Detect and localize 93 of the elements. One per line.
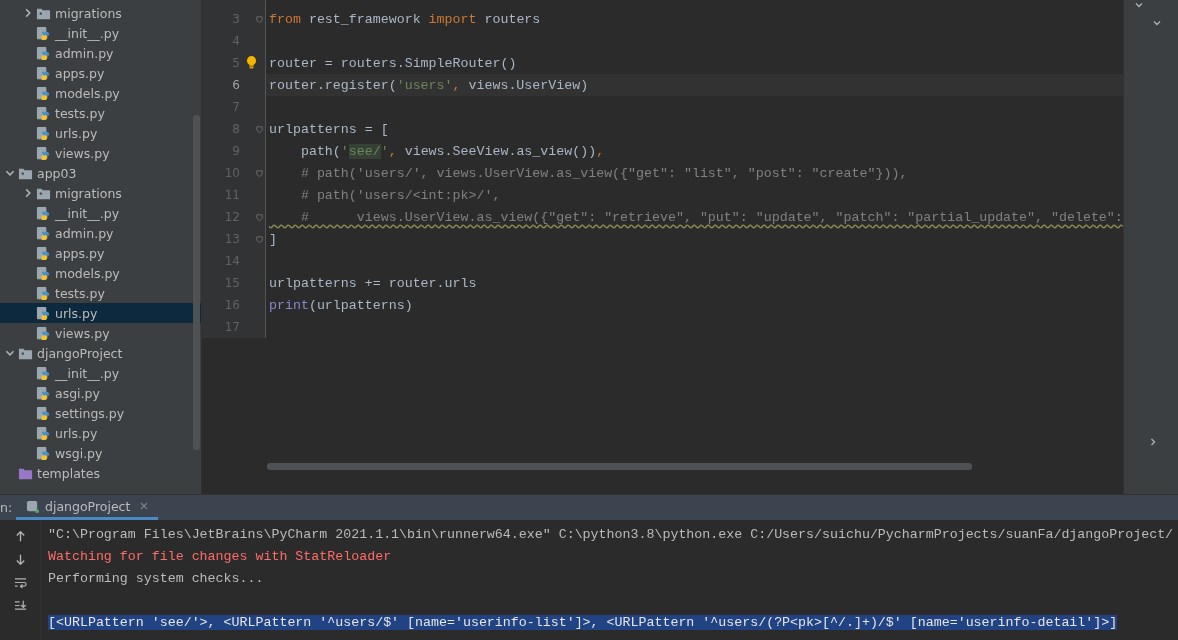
python-file-icon (36, 65, 51, 81)
tree-item[interactable]: wsgi.py (0, 443, 201, 463)
run-label: n: (0, 499, 14, 517)
tree-item[interactable]: asgi.py (0, 383, 201, 403)
code-line: # views.UserView.as_view({"get": "retrieve", "put": "update", "patch": "partial_update", "delete": (299, 209, 1123, 225)
python-file-icon (36, 245, 51, 261)
tree-item-label: views.py (55, 145, 110, 161)
python-file-icon (36, 25, 51, 41)
tree-item-label: wsgi.py (55, 445, 103, 461)
tree-item[interactable]: admin.py (0, 223, 201, 243)
python-file-icon (36, 305, 51, 321)
tree-item-label: admin.py (55, 225, 114, 241)
tree-item-label: views.py (55, 325, 110, 341)
tree-item-label: migrations (55, 5, 122, 21)
chevron-icon[interactable] (1151, 18, 1162, 28)
tree-item-label: urls.py (55, 425, 98, 441)
python-file-icon (36, 225, 51, 241)
tree-item-label: settings.py (55, 405, 125, 421)
tree-item[interactable]: templates (0, 463, 201, 483)
code-line: urlpatterns = [ (269, 121, 389, 137)
tree-item-label: djangoProject (37, 345, 123, 361)
tree-item-label: apps.py (55, 65, 105, 81)
python-file-icon (36, 405, 51, 421)
python-file-icon (36, 125, 51, 141)
tree-item-label: asgi.py (55, 385, 100, 401)
code-line: urlpatterns += router.urls (269, 275, 477, 291)
tree-item[interactable]: admin.py (0, 43, 201, 63)
python-file-icon (36, 145, 51, 161)
tree-item[interactable]: migrations (0, 3, 201, 23)
code-line: router = routers.SimpleRouter() (269, 55, 517, 71)
soft-wrap-icon[interactable] (13, 576, 27, 589)
python-file-icon (36, 85, 51, 101)
tree-item-label: __init__.py (55, 365, 120, 381)
scrollbar[interactable] (193, 115, 200, 450)
tree-item[interactable]: urls.py (0, 123, 201, 143)
console-line: "C:\Program Files\JetBrains\PyCharm 2021.1.1\bin\runnerw64.exe" C:\python3.8\python.exe C:/Users/suichu/PycharmProjects/suanFa/djangoProject/ (48, 526, 1174, 542)
code-line: path('see/', views.SeeView.as_view()), (299, 143, 605, 159)
tree-item-label: tests.py (55, 105, 105, 121)
tree-item-label: __init__.py (55, 205, 120, 221)
tree-item[interactable]: views.py (0, 323, 201, 343)
run-tab[interactable]: djangoProject (16, 495, 159, 520)
tree-item-label: models.py (55, 265, 120, 281)
django-icon (26, 499, 39, 513)
code-line: print(urlpatterns) (269, 297, 413, 313)
tree-item[interactable]: views.py (0, 143, 201, 163)
code-line: # path('users/<int:pk>/', (299, 187, 501, 203)
tree-item-label: urls.py (55, 125, 98, 141)
python-file-icon (36, 265, 51, 281)
code-line: router.register('users', views.UserView) (269, 77, 589, 93)
tree-item[interactable]: models.py (0, 83, 201, 103)
chevron-icon[interactable] (1133, 0, 1144, 10)
tree-item[interactable]: models.py (0, 263, 201, 283)
python-file-icon (36, 205, 51, 221)
line-number: 6 (231, 78, 240, 92)
tree-item[interactable]: apps.py (0, 63, 201, 83)
scroll-to-end-icon[interactable] (13, 599, 27, 612)
python-file-icon (36, 285, 51, 301)
lightbulb-icon[interactable] (246, 56, 257, 69)
tree-item-label: models.py (55, 85, 120, 101)
tree-item[interactable]: migrations (0, 183, 201, 203)
scrollbar[interactable] (267, 463, 972, 470)
tree-item[interactable]: tests.py (0, 103, 201, 123)
tree-item[interactable]: apps.py (0, 243, 201, 263)
tree-item-label: admin.py (55, 45, 114, 61)
console-line: Watching for file changes with StatReloader (48, 548, 392, 564)
tree-item[interactable]: __init__.py (0, 23, 201, 43)
code-line: # path('users/', views.UserView.as_view({"get": "list", "post": "create"})), (299, 165, 908, 181)
tree-item-label: migrations (55, 185, 122, 201)
python-file-icon (36, 385, 51, 401)
python-file-icon (36, 105, 51, 121)
tree-item-label: app03 (37, 165, 77, 181)
tree-item[interactable]: urls.py (0, 303, 201, 323)
tree-item-label: tests.py (55, 285, 105, 301)
python-file-icon (36, 325, 51, 341)
python-file-icon (36, 45, 51, 61)
close-icon[interactable] (140, 502, 149, 510)
tree-item[interactable]: __init__.py (0, 363, 201, 383)
tree-item-label: templates (37, 465, 100, 481)
python-file-icon (36, 425, 51, 441)
tree-item[interactable]: settings.py (0, 403, 201, 423)
tree-item-label: apps.py (55, 245, 105, 261)
python-file-icon (36, 445, 51, 461)
tree-item-label: urls.py (55, 305, 98, 321)
code-line: from rest_framework import routers (269, 11, 541, 27)
tree-item[interactable]: djangoProject (0, 343, 201, 363)
python-file-icon (36, 365, 51, 381)
tree-item[interactable]: tests.py (0, 283, 201, 303)
tree-item[interactable]: app03 (0, 163, 201, 183)
console-line: Performing system checks... (48, 570, 264, 586)
tree-item-label: __init__.py (55, 25, 120, 41)
tree-item[interactable]: __init__.py (0, 203, 201, 223)
code-line: ] (269, 231, 277, 247)
tree-item[interactable]: urls.py (0, 423, 201, 443)
